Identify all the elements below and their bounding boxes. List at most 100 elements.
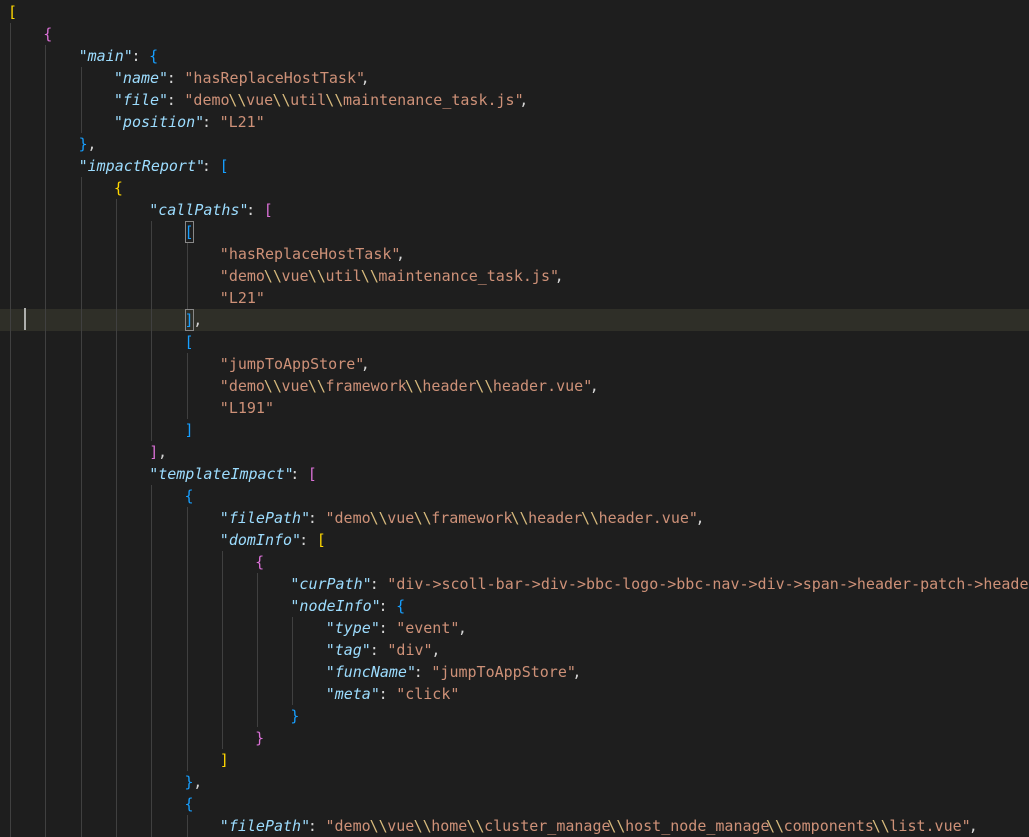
indent-guide [10, 749, 11, 771]
bracket: { [184, 487, 194, 505]
code-line[interactable]: "demo \\ vue \\ util \\ maintenance_task.js", [0, 265, 1029, 287]
escape-sequence: \\ [581, 509, 600, 527]
indent-guide [151, 331, 152, 353]
punctuation: , [695, 509, 705, 527]
indent-guide [116, 375, 117, 397]
code-line[interactable]: } [0, 705, 1029, 727]
code-line[interactable]: "demo \\ vue \\ framework \\ header \\ header.vu… [0, 375, 1029, 397]
code-line[interactable]: ] [0, 749, 1029, 771]
indent-guide [45, 309, 46, 331]
indent-guide [81, 353, 82, 375]
code-line[interactable]: [ [0, 1, 1029, 23]
indent-guide [10, 309, 11, 331]
json-string: "hasReplaceHostTask" [219, 245, 401, 263]
code-line[interactable]: "nodeInfo": { [0, 595, 1029, 617]
indent-guide [45, 199, 46, 221]
code-line[interactable]: ], [0, 441, 1029, 463]
code-line[interactable]: "main": { [0, 45, 1029, 67]
punctuation: , [572, 663, 582, 681]
indent-guide [151, 617, 152, 639]
code-line[interactable]: }, [0, 133, 1029, 155]
bracket: ] [184, 309, 194, 331]
code-line[interactable]: "filePath": "demo \\ vue \\ home \\ cluster_ma… [0, 815, 1029, 837]
indent-guide [187, 661, 188, 683]
code-line[interactable]: } [0, 727, 1029, 749]
punctuation: , [193, 773, 203, 791]
json-key: "meta" [325, 685, 380, 703]
indent-guide [116, 683, 117, 705]
json-string: "demo [219, 377, 265, 395]
code-line[interactable]: { [0, 23, 1029, 45]
json-key: "position" [113, 113, 205, 131]
punctuation: : [299, 531, 318, 549]
indent-guide [257, 661, 258, 683]
escape-sequence: \\ [369, 509, 388, 527]
indent-guide [45, 727, 46, 749]
code-line[interactable]: { [0, 177, 1029, 199]
punctuation: , [360, 355, 370, 373]
code-line[interactable]: "meta": "click" [0, 683, 1029, 705]
indent-guide [116, 815, 117, 837]
indent-guide [10, 199, 11, 221]
indent-guide [45, 771, 46, 793]
json-string: util [290, 91, 327, 109]
punctuation: : [131, 47, 150, 65]
indent-guide [81, 243, 82, 265]
indent-guide [116, 727, 117, 749]
code-line[interactable]: ], [0, 309, 1029, 331]
indent-guide [45, 441, 46, 463]
indent-guide [81, 89, 82, 111]
code-line[interactable]: "callPaths": [ [0, 199, 1029, 221]
indent-guide [10, 221, 11, 243]
code-line[interactable]: [ [0, 221, 1029, 243]
code-line[interactable]: { [0, 793, 1029, 815]
bracket: ] [149, 443, 159, 461]
code-line[interactable]: "position": "L21" [0, 111, 1029, 133]
json-string: header.vue" [492, 377, 593, 395]
code-line[interactable]: "curPath": "div->scoll-bar->div->bbc-log… [0, 573, 1029, 595]
code-line[interactable]: "file": "demo \\ vue \\ util \\ maintenance_ta… [0, 89, 1029, 111]
code-line[interactable]: { [0, 485, 1029, 507]
code-line[interactable]: "L191" [0, 397, 1029, 419]
code-editor[interactable]: [{"main": {"name": "hasReplaceHostTask",… [0, 0, 1029, 837]
json-string: "click" [396, 685, 460, 703]
indent-guide [257, 639, 258, 661]
indent-guide [81, 529, 82, 551]
escape-sequence: \\ [263, 267, 282, 285]
code-line[interactable]: ] [0, 419, 1029, 441]
code-line[interactable]: }, [0, 771, 1029, 793]
json-key: "nodeInfo" [290, 597, 381, 615]
json-string: host_node_manage [625, 817, 770, 835]
code-line[interactable]: "templateImpact": [ [0, 463, 1029, 485]
indent-guide [187, 265, 188, 287]
indent-guide [81, 199, 82, 221]
code-line[interactable]: "funcName": "jumpToAppStore", [0, 661, 1029, 683]
bracket: } [255, 729, 265, 747]
indent-guide [81, 595, 82, 617]
code-line[interactable]: "jumpToAppStore", [0, 353, 1029, 375]
code-line[interactable]: "type": "event", [0, 617, 1029, 639]
code-line[interactable]: "tag": "div", [0, 639, 1029, 661]
punctuation: , [193, 311, 203, 329]
indent-guide [45, 243, 46, 265]
code-line[interactable]: "domInfo": [ [0, 529, 1029, 551]
indent-guide [292, 639, 293, 661]
code-line[interactable]: [ [0, 331, 1029, 353]
json-string: "demo [325, 817, 371, 835]
escape-sequence: \\ [607, 817, 626, 835]
code-line[interactable]: "L21" [0, 287, 1029, 309]
punctuation: : [166, 69, 185, 87]
json-key: "templateImpact" [149, 465, 294, 483]
code-line[interactable]: "name": "hasReplaceHostTask", [0, 67, 1029, 89]
json-key: "main" [78, 47, 133, 65]
code-line[interactable]: "filePath": "demo \\ vue \\ framework \\ heade… [0, 507, 1029, 529]
indent-guide [187, 595, 188, 617]
code-line[interactable]: { [0, 551, 1029, 573]
punctuation: : [201, 157, 220, 175]
indent-guide [81, 287, 82, 309]
code-line[interactable]: "impactReport": [ [0, 155, 1029, 177]
indent-guide [45, 375, 46, 397]
code-line[interactable]: "hasReplaceHostTask", [0, 243, 1029, 265]
indent-guide [45, 705, 46, 727]
indent-guide [10, 89, 11, 111]
